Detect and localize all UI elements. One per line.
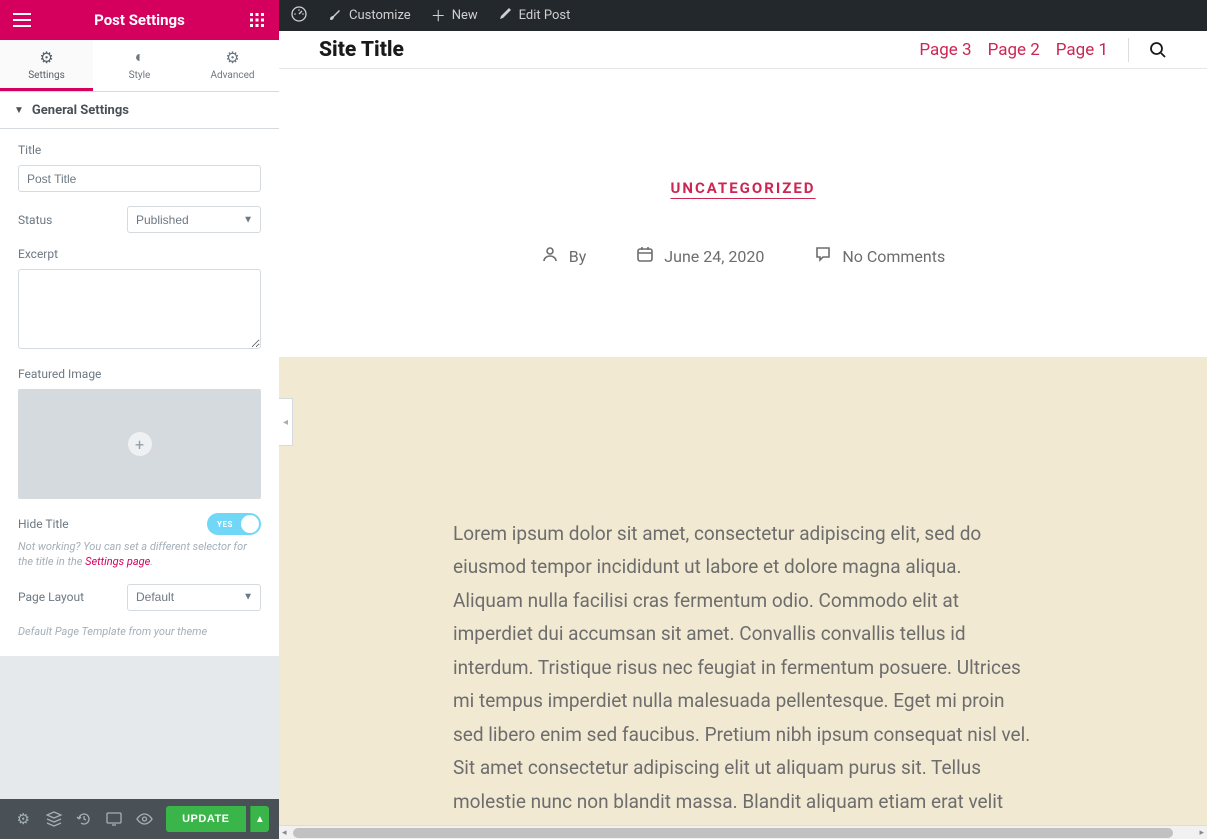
layers-icon[interactable] <box>40 804 66 834</box>
title-input[interactable] <box>18 165 261 192</box>
page-layout-select[interactable]: Default <box>127 584 261 611</box>
gear-icon: ⚙ <box>225 48 239 67</box>
customize-link[interactable]: Customize <box>327 6 411 26</box>
pencil-icon <box>498 6 513 25</box>
gear-icon[interactable]: ⚙ <box>10 804 36 834</box>
page-layout-help: Default Page Template from your theme <box>18 625 261 638</box>
hide-title-label: Hide Title <box>18 517 69 531</box>
toggle-knob <box>241 515 259 533</box>
status-select[interactable]: Published <box>127 206 261 233</box>
toggle-label: YES <box>207 520 233 529</box>
plus-icon: + <box>128 432 152 456</box>
nav-link[interactable]: Page 2 <box>988 40 1040 60</box>
admin-item-label: New <box>452 8 478 23</box>
apps-icon[interactable] <box>247 10 267 30</box>
history-icon[interactable] <box>71 804 97 834</box>
tab-label: Advanced <box>210 70 254 81</box>
menu-icon[interactable] <box>12 10 32 30</box>
dashboard-link[interactable] <box>291 6 307 26</box>
horizontal-scrollbar[interactable]: ◂ ▸ <box>279 825 1207 839</box>
sidebar-spacer <box>0 656 279 799</box>
brush-icon <box>327 6 343 26</box>
section-title: General Settings <box>32 103 129 118</box>
post-body-section: Lorem ipsum dolor sit amet, consectetur … <box>279 357 1207 825</box>
admin-item-label: Edit Post <box>519 8 571 23</box>
post-body-text: Lorem ipsum dolor sit amet, consectetur … <box>453 517 1033 825</box>
user-icon <box>541 245 559 267</box>
site-title[interactable]: Site Title <box>319 38 404 62</box>
page-layout-label: Page Layout <box>18 590 84 604</box>
search-icon <box>1149 41 1167 59</box>
nav-link[interactable]: Page 3 <box>919 40 971 60</box>
section-general-settings[interactable]: ▼ General Settings <box>0 92 279 129</box>
admin-item-label: Customize <box>349 8 411 23</box>
post-comments[interactable]: No Comments <box>814 245 945 267</box>
update-button[interactable]: UPDATE <box>166 806 245 832</box>
page-content: UNCATEGORIZED By June 24, 2020 No Commen… <box>279 69 1207 825</box>
nav-link[interactable]: Page 1 <box>1056 40 1108 60</box>
comments-text: No Comments <box>842 247 945 266</box>
date-text: June 24, 2020 <box>664 247 764 266</box>
excerpt-textarea[interactable] <box>18 269 261 349</box>
category-link[interactable]: UNCATEGORIZED <box>670 179 815 197</box>
comment-icon <box>814 245 832 267</box>
tab-label: Style <box>129 70 151 81</box>
scroll-left-arrow: ◂ <box>282 828 287 838</box>
site-header: Site Title Page 3 Page 2 Page 1 <box>279 31 1207 69</box>
search-toggle[interactable] <box>1128 38 1167 62</box>
hide-title-help: Not working? You can set a different sel… <box>18 539 261 570</box>
featured-image-picker[interactable]: + <box>18 389 261 499</box>
contrast-icon: ◐ <box>135 47 145 67</box>
status-label: Status <box>18 213 52 227</box>
panel-title: Post Settings <box>32 11 247 29</box>
panel-header: Post Settings <box>0 0 279 40</box>
edit-post-link[interactable]: Edit Post <box>498 6 571 25</box>
new-link[interactable]: ＋ New <box>431 5 478 26</box>
tab-style[interactable]: ◐ Style <box>93 40 186 91</box>
tab-label: Settings <box>28 70 65 81</box>
tab-settings[interactable]: ⚙ Settings <box>0 40 93 91</box>
preview-area: Customize ＋ New Edit Post Site Title Pag… <box>279 0 1207 839</box>
panel-footer: ⚙ UPDATE ▲ <box>0 799 279 839</box>
title-label: Title <box>18 143 261 157</box>
update-options-button[interactable]: ▲ <box>250 806 269 832</box>
wp-admin-bar: Customize ＋ New Edit Post <box>279 0 1207 31</box>
by-label: By <box>569 247 587 266</box>
preview-icon[interactable] <box>132 804 158 834</box>
editor-sidebar: Post Settings ⚙ Settings ◐ Style ⚙ Advan… <box>0 0 279 839</box>
post-meta: By June 24, 2020 No Comments <box>279 245 1207 267</box>
panel-tabs: ⚙ Settings ◐ Style ⚙ Advanced <box>0 40 279 92</box>
gauge-icon <box>291 6 307 26</box>
caret-down-icon: ▼ <box>14 105 24 116</box>
post-date: June 24, 2020 <box>636 245 764 267</box>
post-author[interactable]: By <box>541 245 587 267</box>
primary-nav: Page 3 Page 2 Page 1 <box>919 40 1108 60</box>
post-category: UNCATEGORIZED <box>279 179 1207 197</box>
plus-icon: ＋ <box>431 5 446 26</box>
responsive-icon[interactable] <box>101 804 127 834</box>
calendar-icon <box>636 245 654 267</box>
panel-body: Title Status Published ▼ Excerpt Feature… <box>0 129 279 656</box>
gear-icon: ⚙ <box>39 48 53 67</box>
collapse-panel-handle[interactable]: ◂ <box>279 398 293 446</box>
scroll-right-arrow: ▸ <box>1199 828 1204 838</box>
featured-image-label: Featured Image <box>18 367 261 381</box>
settings-page-link[interactable]: Settings page <box>85 555 150 568</box>
scroll-thumb[interactable] <box>293 828 1173 838</box>
tab-advanced[interactable]: ⚙ Advanced <box>186 40 279 91</box>
excerpt-label: Excerpt <box>18 247 261 261</box>
hide-title-toggle[interactable]: YES <box>207 513 261 535</box>
